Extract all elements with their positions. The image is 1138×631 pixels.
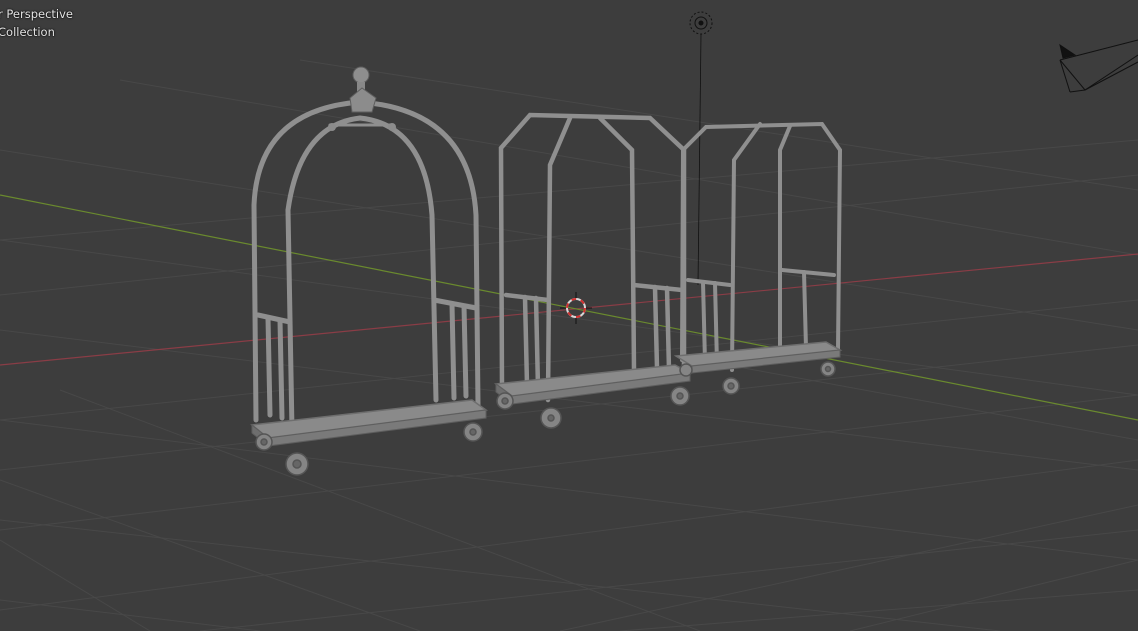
floor-grid: [0, 59, 1138, 631]
viewport-info-overlay: r Perspective Collection: [0, 5, 73, 41]
3d-cursor-icon[interactable]: [560, 292, 592, 324]
view-perspective-label: r Perspective: [0, 7, 73, 21]
luggage-cart-angled-middle[interactable]: [494, 112, 693, 405]
collection-label: Collection: [0, 25, 55, 39]
3d-viewport[interactable]: r Perspective Collection: [0, 0, 1138, 631]
light-icon[interactable]: [689, 11, 713, 286]
cart-back-base: [673, 341, 843, 374]
luggage-cart-arched[interactable]: [250, 99, 488, 448]
camera-icon[interactable]: [1059, 39, 1138, 93]
luggage-cart-angled-back[interactable]: [680, 121, 843, 372]
x-axis-line: [0, 253, 1138, 366]
scene-canvas[interactable]: [0, 0, 1138, 631]
